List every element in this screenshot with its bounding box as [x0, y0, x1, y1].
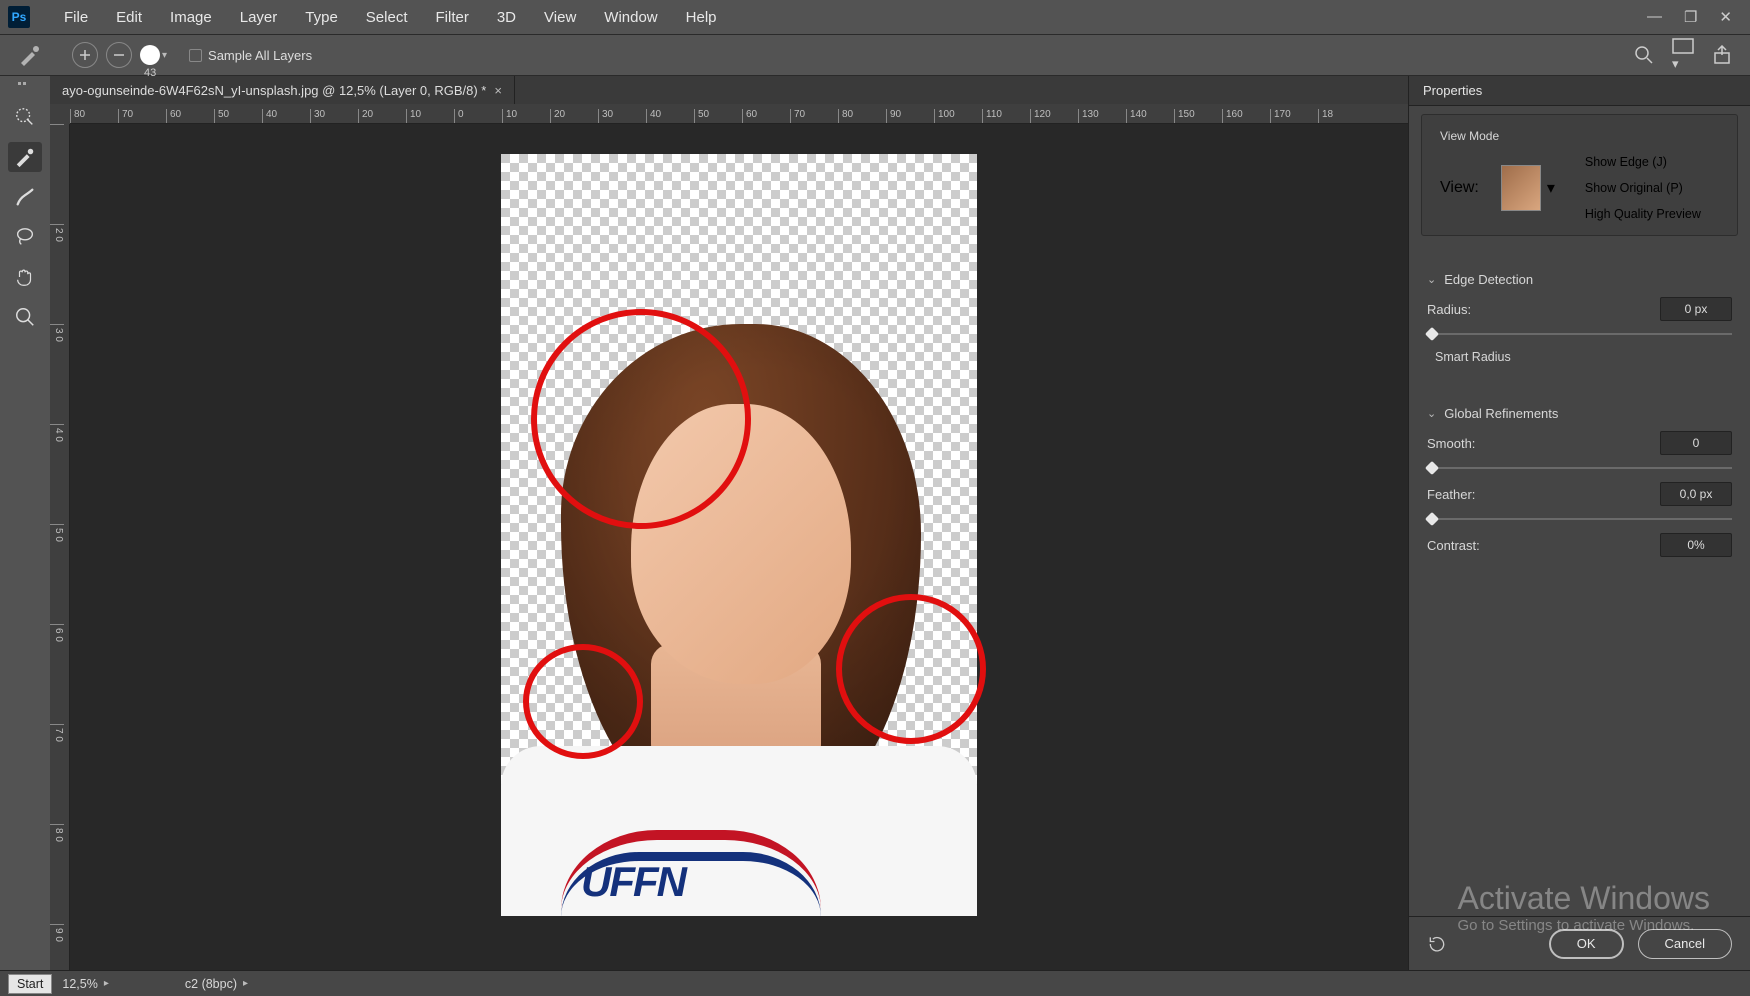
properties-panel: Properties View Mode View: ▾ Show Edge (…	[1408, 76, 1750, 970]
view-thumbnail[interactable]	[1501, 165, 1541, 211]
contrast-label: Contrast:	[1427, 538, 1480, 553]
annotation-circle	[523, 644, 643, 759]
quick-selection-tool[interactable]	[8, 102, 42, 132]
ok-button[interactable]: OK	[1549, 929, 1624, 959]
document-tab[interactable]: ayo-ogunseinde-6W4F62sN_yI-unsplash.jpg …	[50, 76, 515, 104]
sample-all-layers-label: Sample All Layers	[208, 48, 312, 63]
contrast-value[interactable]: 0%	[1660, 533, 1732, 557]
feather-label: Feather:	[1427, 487, 1475, 502]
menu-3d[interactable]: 3D	[483, 0, 530, 34]
vertical-ruler[interactable]: 2 03 04 05 06 07 08 09 01 0	[50, 124, 70, 970]
show-edge-checkbox[interactable]: Show Edge (J)	[1577, 155, 1701, 169]
menu-type[interactable]: Type	[291, 0, 352, 34]
canvas-content: UFFN	[501, 154, 977, 916]
zoom-level[interactable]: 12,5%	[62, 977, 97, 991]
ruler-corner	[50, 104, 70, 124]
menu-file[interactable]: File	[50, 0, 102, 34]
feather-slider[interactable]	[1427, 516, 1732, 521]
menu-view[interactable]: View	[530, 0, 590, 34]
radius-label: Radius:	[1427, 302, 1471, 317]
menu-select[interactable]: Select	[352, 0, 422, 34]
zoom-tool[interactable]	[8, 302, 42, 332]
radius-value[interactable]: 0 px	[1660, 297, 1732, 321]
minimize-icon[interactable]: —	[1647, 8, 1662, 26]
annotation-circle	[531, 309, 751, 529]
menu-edit[interactable]: Edit	[102, 0, 156, 34]
brush-add-icon[interactable]	[72, 42, 98, 68]
radius-slider[interactable]	[1427, 331, 1732, 336]
annotation-circle	[836, 594, 986, 744]
refine-edge-brush-tool[interactable]	[8, 142, 42, 172]
document-info[interactable]: c2 (8bpc)	[185, 977, 237, 991]
status-bar: Start 12,5% ▸ c2 (8bpc) ▸	[0, 970, 1750, 996]
lasso-tool[interactable]	[8, 222, 42, 252]
high-quality-preview-checkbox[interactable]: High Quality Preview	[1577, 207, 1701, 221]
document-tab-title: ayo-ogunseinde-6W4F62sN_yI-unsplash.jpg …	[62, 83, 486, 98]
app-logo: Ps	[8, 6, 30, 28]
horizontal-ruler[interactable]: 8070605040302010010203040506070809010011…	[70, 104, 1408, 124]
canvas[interactable]: UFFN	[70, 124, 1408, 970]
smooth-value[interactable]: 0	[1660, 431, 1732, 455]
menu-image[interactable]: Image	[156, 0, 226, 34]
reset-icon[interactable]	[1427, 934, 1447, 954]
toolbar	[0, 76, 50, 970]
menu-window[interactable]: Window	[590, 0, 671, 34]
restore-icon[interactable]: ❐	[1684, 8, 1697, 26]
current-tool-icon	[18, 43, 42, 67]
brush-preview-icon[interactable]	[140, 45, 160, 65]
close-tab-icon[interactable]: ×	[494, 83, 502, 98]
smooth-label: Smooth:	[1427, 436, 1475, 451]
share-icon[interactable]	[1712, 45, 1732, 65]
document-area: ayo-ogunseinde-6W4F62sN_yI-unsplash.jpg …	[50, 76, 1408, 970]
hand-tool[interactable]	[8, 262, 42, 292]
feather-value[interactable]: 0,0 px	[1660, 482, 1732, 506]
chevron-down-icon[interactable]: ▾	[162, 50, 167, 61]
shirt-graphic-text: UFFN	[581, 858, 685, 906]
chevron-down-icon[interactable]: ▾	[1547, 178, 1555, 198]
view-mode-heading: View Mode	[1440, 129, 1719, 143]
menu-help[interactable]: Help	[672, 0, 731, 34]
show-original-checkbox[interactable]: Show Original (P)	[1577, 181, 1701, 195]
options-bar: ▾ 43 Sample All Layers ▾	[0, 34, 1750, 76]
smart-radius-checkbox[interactable]: Smart Radius	[1427, 350, 1732, 364]
edge-detection-header[interactable]: ⌄Edge Detection	[1427, 272, 1732, 287]
menu-filter[interactable]: Filter	[422, 0, 483, 34]
start-button[interactable]: Start	[8, 974, 52, 994]
panel-tab-properties[interactable]: Properties	[1409, 76, 1750, 106]
menu-layer[interactable]: Layer	[226, 0, 292, 34]
brush-tool[interactable]	[8, 182, 42, 212]
global-refinements-header[interactable]: ⌄Global Refinements	[1427, 406, 1732, 421]
sample-all-layers-checkbox[interactable]	[189, 49, 202, 62]
view-label: View:	[1440, 179, 1479, 197]
screen-mode-icon[interactable]: ▾	[1672, 38, 1694, 72]
smooth-slider[interactable]	[1427, 465, 1732, 470]
cancel-button[interactable]: Cancel	[1638, 929, 1732, 959]
menu-bar: Ps File Edit Image Layer Type Select Fil…	[0, 0, 1750, 34]
close-icon[interactable]: ✕	[1719, 8, 1732, 26]
brush-subtract-icon[interactable]	[106, 42, 132, 68]
document-tabs: ayo-ogunseinde-6W4F62sN_yI-unsplash.jpg …	[50, 76, 1408, 104]
search-icon[interactable]	[1634, 45, 1654, 65]
